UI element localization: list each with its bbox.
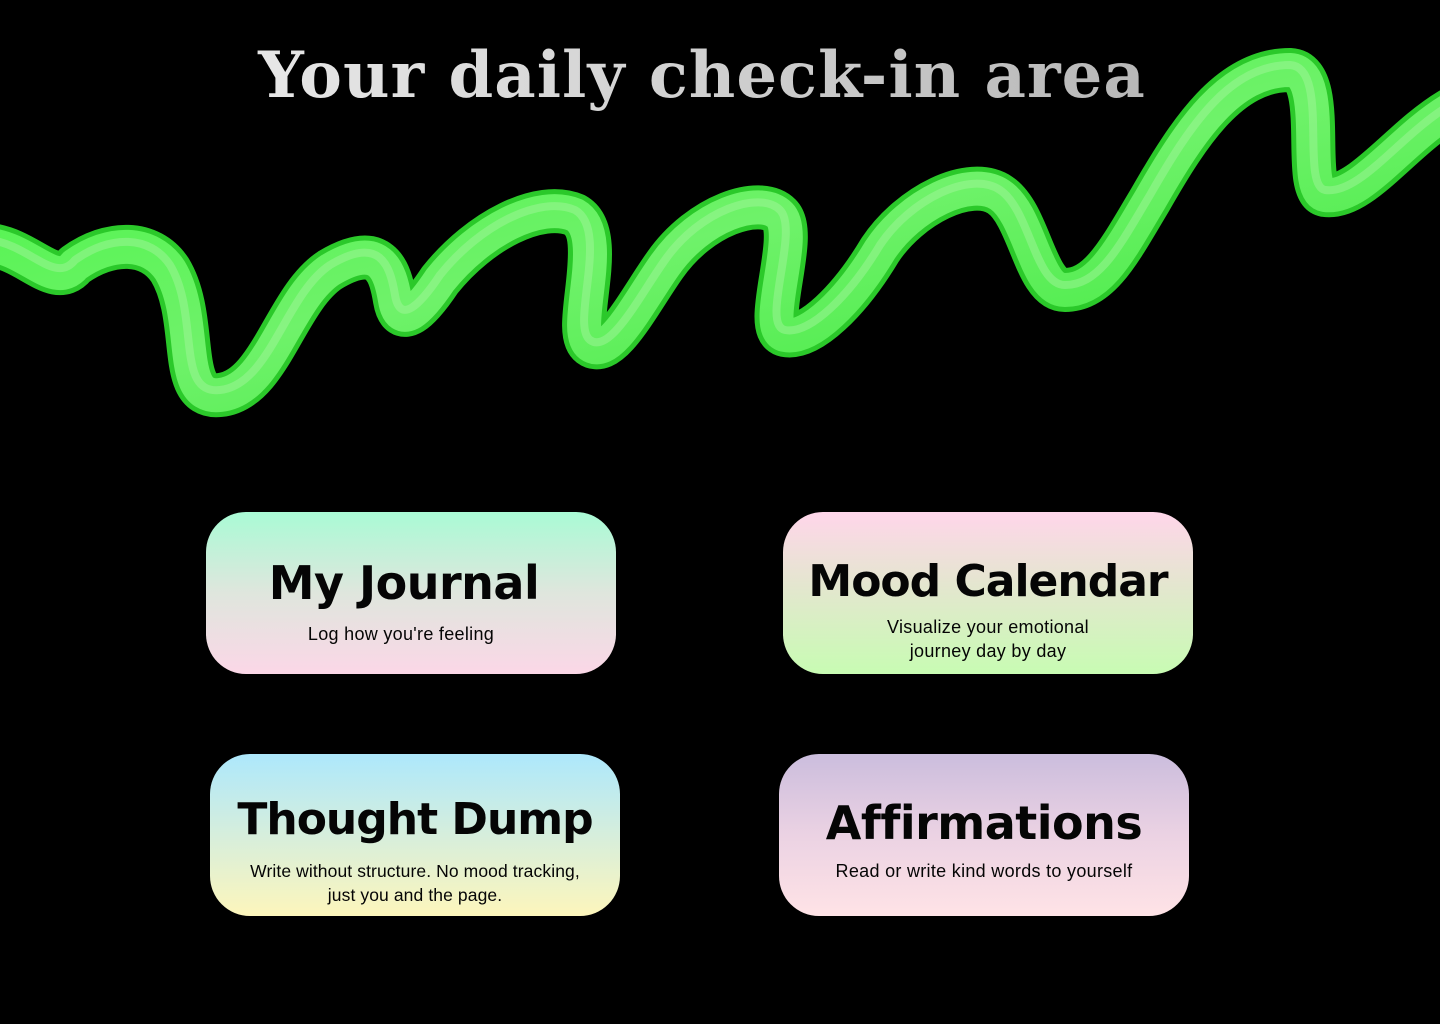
card-subtitle: Write without structure. No mood trackin…	[212, 859, 618, 907]
card-subtitle-line: Write without structure. No mood trackin…	[250, 861, 580, 881]
card-subtitle-line: Visualize your emotional	[887, 617, 1089, 637]
my-journal-card[interactable]: My Journal Log how you're feeling	[206, 512, 616, 674]
card-title: My Journal	[268, 556, 540, 610]
affirmations-card[interactable]: Affirmations Read or write kind words to…	[779, 754, 1189, 916]
card-title: Affirmations	[825, 796, 1143, 850]
card-title: Mood Calendar	[808, 556, 1168, 607]
card-subtitle: Log how you're feeling	[307, 624, 495, 644]
card-subtitle-line: journey day by day	[909, 641, 1067, 661]
mood-calendar-card[interactable]: Mood Calendar Visualize your emotional j…	[783, 512, 1193, 674]
card-subtitle: Visualize your emotional journey day by …	[791, 615, 1185, 663]
card-title: Thought Dump	[237, 794, 593, 845]
card-subtitle: Read or write kind words to yourself	[835, 861, 1133, 881]
green-squiggle-icon	[0, 48, 1440, 418]
thought-dump-card[interactable]: Thought Dump Write without structure. No…	[210, 754, 620, 916]
card-subtitle-line: just you and the page.	[327, 885, 503, 905]
